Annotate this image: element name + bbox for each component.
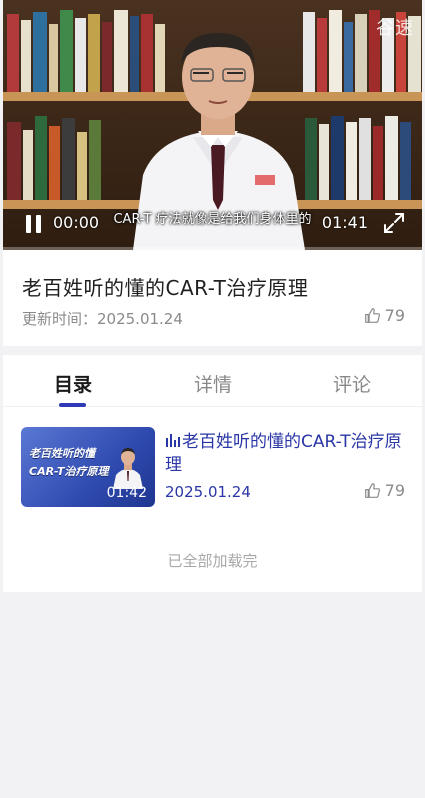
current-time: 00:00 — [53, 213, 100, 232]
thumbs-up-icon — [364, 483, 380, 498]
tab-bar: 目录 详情 评论 — [3, 355, 422, 407]
video-player[interactable]: 谷速 CAR-T 疗法就像是给我们身体里的 00:00 01:41 — [3, 0, 422, 250]
episode-like-count: 79 — [384, 481, 405, 500]
like-button[interactable]: 79 — [364, 306, 405, 325]
fullscreen-icon[interactable] — [382, 211, 406, 235]
cover-title-line2: CAR-T治疗原理 — [29, 465, 109, 478]
video-title: 老百姓听的懂的CAR-T治疗原理 — [22, 276, 309, 300]
video-watermark: 谷速 — [376, 18, 414, 39]
active-tab-indicator — [59, 403, 86, 407]
list-end-text: 已全部加载完 — [167, 552, 258, 570]
episode-cover[interactable]: 老百姓听的懂 CAR-T治疗原理 01:42 — [21, 427, 155, 507]
episode-title[interactable]: 老百姓听的懂的CAR-T治疗原理 — [165, 431, 405, 477]
audio-wave-icon — [166, 434, 180, 447]
like-count: 79 — [384, 306, 405, 325]
episode-duration: 01:42 — [106, 485, 147, 501]
cover-title-line1: 老百姓听的懂 — [29, 447, 95, 460]
episode-list-item[interactable]: 老百姓听的懂 CAR-T治疗原理 01:42 老百姓听的懂的CAR-T治疗原理 … — [3, 425, 422, 511]
episode-like-button[interactable]: 79 — [364, 481, 405, 500]
update-time: 更新时间：2025.01.24 — [22, 310, 183, 328]
tab-comments[interactable]: 评论 — [333, 370, 371, 397]
thumbs-up-icon — [364, 308, 380, 323]
tab-catalog[interactable]: 目录 — [54, 370, 92, 397]
episode-title-text: 老百姓听的懂的CAR-T治疗原理 — [165, 432, 402, 475]
pause-icon[interactable] — [25, 215, 43, 233]
episode-date: 2025.01.24 — [165, 483, 251, 501]
video-info-card: 老百姓听的懂的CAR-T治疗原理 更新时间：2025.01.24 79 — [3, 250, 422, 346]
presenter-thumbnail — [113, 448, 143, 489]
tab-details[interactable]: 详情 — [194, 370, 232, 397]
duration-time: 01:41 — [321, 213, 368, 232]
content-panel: 目录 详情 评论 老百姓听的懂 CAR-T治疗原理 01:42 老百姓听的懂的C… — [3, 355, 422, 592]
